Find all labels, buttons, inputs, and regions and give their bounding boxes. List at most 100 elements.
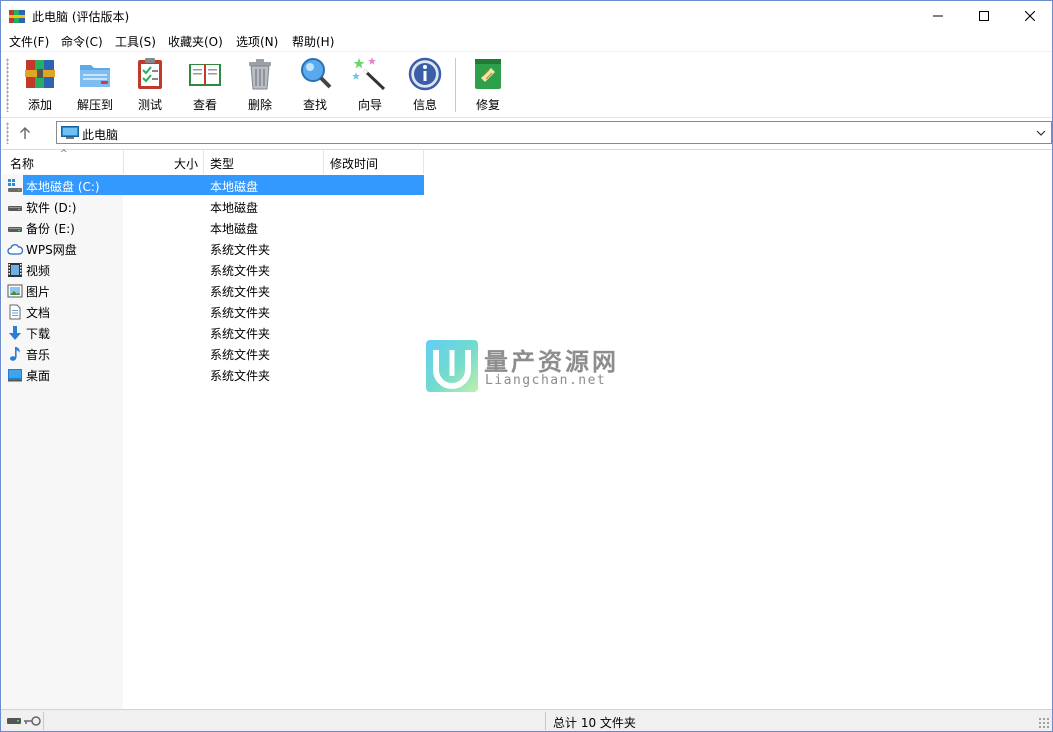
extract-to-button[interactable]: 解压到 [68,56,122,114]
column-header-name[interactable]: ^ 名称 [2,149,124,174]
column-size-label: 大小 [173,157,198,171]
table-row[interactable]: WPS网盘 系统文件夹 [2,238,424,259]
row-name: 本地磁盘 (C:) [26,180,100,194]
address-path: 此电脑 [82,128,119,142]
row-name: 备份 (E:) [26,222,75,236]
cloud-icon [7,244,23,255]
watermark: 量产资源网 Liangchan.net [426,340,646,396]
menu-commands[interactable]: 命令(C) [61,33,103,50]
table-row[interactable]: 桌面 系统文件夹 [2,364,424,385]
test-clipboard-icon [138,58,162,89]
row-name: 软件 (D:) [26,201,77,215]
delete-label: 删除 [247,98,272,112]
winrar-app-icon[interactable] [9,8,25,24]
menu-file[interactable]: 文件(F) [9,33,49,50]
row-type: 系统文件夹 [210,369,271,383]
sort-ascending-icon: ^ [60,149,68,159]
wizard-label: 向导 [357,98,382,112]
maximize-button[interactable] [961,1,1007,31]
minimize-icon [933,15,943,17]
row-type: 系统文件夹 [210,243,271,257]
download-icon [9,326,21,340]
info-icon [408,57,442,91]
up-folder-button[interactable] [15,123,35,143]
address-combobox[interactable]: 此电脑 [56,121,1052,144]
minimize-button[interactable] [915,1,961,31]
table-row[interactable]: 本地磁盘 (C:) 本地磁盘 [2,175,424,196]
row-name: 图片 [26,285,51,299]
extract-to-label: 解压到 [76,98,113,112]
view-button[interactable]: 查看 [178,56,232,114]
toolbar-separator [455,58,456,112]
find-button[interactable]: 查找 [288,56,342,114]
delete-button[interactable]: 删除 [233,56,287,114]
music-icon [10,347,20,361]
column-header-modified[interactable]: 修改时间 [324,150,424,174]
menu-options[interactable]: 选项(N) [236,33,278,50]
menu-favorites[interactable]: 收藏夹(O) [168,33,223,50]
table-row[interactable]: 音乐 系统文件夹 [2,343,424,364]
table-row[interactable]: 图片 系统文件夹 [2,280,424,301]
test-button[interactable]: 测试 [123,56,177,114]
view-label: 查看 [192,98,217,112]
find-label: 查找 [302,98,327,112]
drive-icon [8,206,22,211]
row-name: 文档 [26,306,51,320]
status-separator [545,712,546,730]
repair-kit-icon [475,59,501,89]
window-title: 此电脑 (评估版本) [32,10,130,24]
watermark-title: 量产资源网 [484,348,619,376]
arrow-up-icon [20,126,30,139]
table-row[interactable]: 视频 系统文件夹 [2,259,424,280]
address-dropdown-button[interactable] [1034,125,1048,141]
view-book-icon [189,64,221,86]
table-row[interactable]: 下载 系统文件夹 [2,322,424,343]
address-row: 此电脑 [1,117,1052,147]
extract-folder-icon [80,65,110,87]
table-row[interactable]: 备份 (E:) 本地磁盘 [2,217,424,238]
this-pc-icon [61,126,79,139]
wizard-button[interactable]: 向导 [343,56,397,114]
document-icon [9,304,21,320]
column-header-size[interactable]: 大小 [124,150,204,174]
file-list[interactable]: ^ 名称 大小 类型 修改时间 本地磁盘 (C:) 本地磁盘 软件 (D:) 本… [2,149,1052,710]
add-label: 添加 [27,98,52,112]
row-type: 系统文件夹 [210,327,271,341]
wizard-wand-icon [352,57,386,91]
column-name-label: 名称 [10,157,35,171]
toolbar: 添加 解压到 测试 查看 删除 查找 向导 信息 修复 [1,51,1052,117]
address-grip[interactable] [6,122,9,144]
video-icon [8,263,22,277]
title-bar[interactable]: 此电脑 (评估版本) [1,1,1052,31]
resize-grip[interactable] [1038,717,1050,729]
row-type: 系统文件夹 [210,285,271,299]
column-header-type[interactable]: 类型 [204,150,324,174]
table-row[interactable]: 文档 系统文件夹 [2,301,424,322]
table-row[interactable]: 软件 (D:) 本地磁盘 [2,196,424,217]
watermark-u-icon [433,350,471,389]
close-icon [1025,11,1035,21]
repair-button[interactable]: 修复 [461,56,515,114]
info-button[interactable]: 信息 [398,56,452,114]
menu-help[interactable]: 帮助(H) [292,33,334,50]
row-name: 桌面 [26,369,51,383]
status-separator [43,712,44,730]
chevron-down-icon [1036,130,1046,136]
add-button[interactable]: 添加 [13,56,67,114]
menu-bar: 文件(F) 命令(C) 工具(S) 收藏夹(O) 选项(N) 帮助(H) [1,31,1052,51]
list-header: ^ 名称 大小 类型 修改时间 [2,149,1052,174]
row-name: WPS网盘 [26,243,77,257]
app-window: 此电脑 (评估版本) 文件(F) 命令(C) 工具(S) 收藏夹(O) 选项(N… [0,0,1053,732]
info-label: 信息 [412,98,437,112]
picture-icon [7,284,23,298]
menu-tools[interactable]: 工具(S) [115,33,156,50]
watermark-subtitle: Liangchan.net [485,373,607,388]
toolbar-grip[interactable] [6,58,9,112]
status-drive-key-icon[interactable] [6,714,42,728]
column-type-label: 类型 [210,157,235,171]
row-type: 本地磁盘 [210,222,259,236]
maximize-icon [979,11,989,21]
column-modified-label: 修改时间 [330,157,379,171]
close-button[interactable] [1007,1,1053,31]
drive-icon [8,227,22,232]
